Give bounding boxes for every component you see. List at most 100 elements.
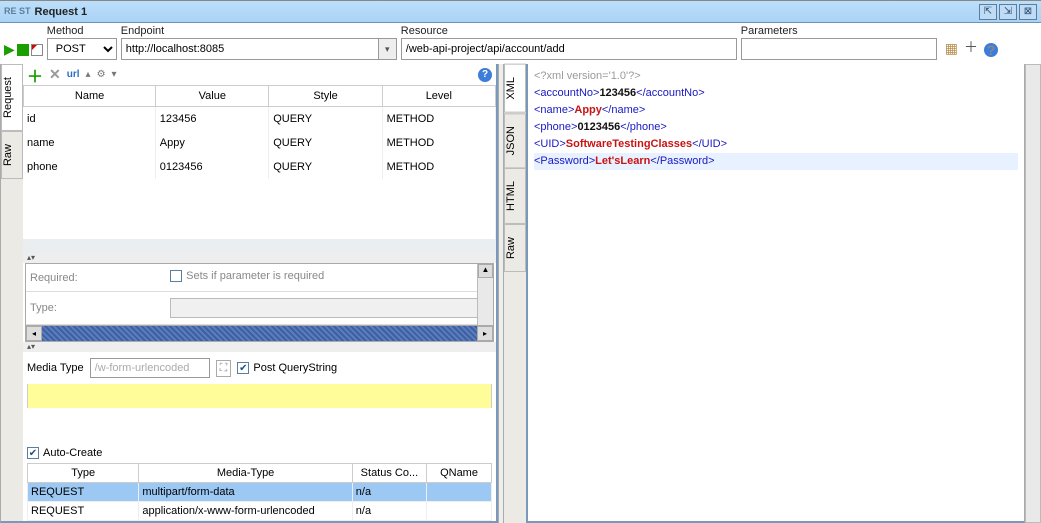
response-scrollbar[interactable] bbox=[1025, 64, 1041, 523]
col-style[interactable]: Style bbox=[269, 86, 382, 107]
type-select[interactable] bbox=[170, 298, 489, 318]
attach-type: REQUEST bbox=[28, 502, 139, 521]
param-style: QUERY bbox=[269, 155, 382, 179]
type-label: Type: bbox=[26, 292, 166, 325]
param-row[interactable]: phone 0123456 QUERY METHOD bbox=[23, 155, 496, 179]
scroll-left-button[interactable]: ◂ bbox=[26, 326, 42, 341]
attachment-row[interactable]: REQUEST multipart/form-data n/a bbox=[28, 483, 492, 502]
parameters-input[interactable] bbox=[741, 38, 937, 60]
maximize-restore-button[interactable]: ⇱ bbox=[979, 4, 997, 20]
param-style: QUERY bbox=[269, 107, 382, 131]
col-qname[interactable]: QName bbox=[427, 464, 492, 483]
stop-icon[interactable] bbox=[17, 44, 29, 56]
param-value: 0123456 bbox=[155, 155, 268, 179]
resource-label: Resource bbox=[401, 25, 737, 37]
close-button[interactable]: ⊠ bbox=[1019, 4, 1037, 20]
scroll-right-button[interactable]: ▸ bbox=[477, 326, 493, 341]
tab-html[interactable]: HTML bbox=[504, 168, 526, 224]
col-media[interactable]: Media-Type bbox=[139, 464, 352, 483]
post-querystring-checkbox[interactable]: ✔Post QueryString bbox=[237, 362, 337, 374]
response-pane: XML JSON HTML Raw <?xml version='1.0'?> … bbox=[504, 64, 1041, 523]
attachments-table: Type Media-Type Status Co... QName REQUE… bbox=[27, 463, 492, 521]
xml-declaration: <?xml version='1.0'?> bbox=[534, 70, 641, 82]
param-props: Required: Sets if parameter is required … bbox=[25, 263, 494, 342]
response-body[interactable]: <?xml version='1.0'?> <accountNo>123456<… bbox=[526, 64, 1025, 523]
param-level: METHOD bbox=[382, 131, 495, 155]
tab-request[interactable]: Request bbox=[1, 64, 23, 131]
tab-raw-response[interactable]: Raw bbox=[504, 224, 526, 272]
parameters-label: Parameters bbox=[741, 25, 937, 37]
col-type[interactable]: Type bbox=[28, 464, 139, 483]
endpoint-input[interactable] bbox=[121, 38, 379, 60]
add-param-button[interactable]: ＋ bbox=[27, 63, 43, 87]
request-toolbar: ▶ Method POST Endpoint Resource Paramete… bbox=[0, 23, 1041, 64]
assertion-flag-icon[interactable] bbox=[31, 44, 43, 56]
param-row[interactable]: name Appy QUERY METHOD bbox=[23, 131, 496, 155]
attach-qname bbox=[427, 502, 492, 521]
url-icon[interactable]: url bbox=[67, 69, 80, 80]
media-type-input[interactable] bbox=[90, 358, 210, 378]
attach-media: multipart/form-data bbox=[139, 483, 352, 502]
col-status[interactable]: Status Co... bbox=[352, 464, 426, 483]
method-label: Method bbox=[47, 25, 117, 37]
resource-input[interactable] bbox=[401, 38, 737, 60]
xml-uid: SoftwareTestingClasses bbox=[566, 138, 692, 150]
add-icon[interactable]: ＋ bbox=[964, 37, 978, 57]
scroll-thumb[interactable] bbox=[42, 326, 477, 341]
col-level[interactable]: Level bbox=[382, 86, 495, 107]
param-name: name bbox=[23, 131, 155, 155]
xml-phone: 0123456 bbox=[577, 121, 620, 133]
endpoint-label: Endpoint bbox=[121, 25, 397, 37]
params-help-icon[interactable]: ? bbox=[478, 68, 492, 82]
required-cb-label: Sets if parameter is required bbox=[186, 270, 324, 282]
tab-raw-request[interactable]: Raw bbox=[1, 131, 23, 179]
move-up-icon[interactable]: ▴ bbox=[86, 69, 91, 80]
media-type-label: Media Type bbox=[27, 362, 84, 374]
param-level: METHOD bbox=[382, 155, 495, 179]
collapse-handle[interactable]: ▴▾ bbox=[23, 253, 496, 263]
param-name: id bbox=[23, 107, 155, 131]
run-icon[interactable]: ▶ bbox=[4, 41, 15, 58]
request-pane: Request Raw ＋ ✕ url ▴ ⚙ ▾ ? Name Value S… bbox=[0, 64, 498, 523]
attachment-row[interactable]: REQUEST application/x-www-form-urlencode… bbox=[28, 502, 492, 521]
params-toolbar: ＋ ✕ url ▴ ⚙ ▾ ? bbox=[23, 64, 496, 86]
remove-param-button[interactable]: ✕ bbox=[49, 66, 61, 83]
param-style: QUERY bbox=[269, 131, 382, 155]
tab-xml[interactable]: XML bbox=[504, 64, 526, 113]
auto-create-label: Auto-Create bbox=[43, 447, 102, 459]
attach-status: n/a bbox=[352, 502, 426, 521]
param-value: Appy bbox=[155, 131, 268, 155]
media-type-settings-icon[interactable]: ⛶ bbox=[216, 360, 232, 377]
attach-qname bbox=[427, 483, 492, 502]
collapse-handle-2[interactable]: ▴▾ bbox=[23, 342, 496, 352]
auto-create-checkbox[interactable]: ✔Auto-Create bbox=[27, 447, 102, 459]
xml-name: Appy bbox=[574, 104, 602, 116]
required-checkbox[interactable]: Sets if parameter is required bbox=[170, 270, 324, 282]
help-icon[interactable]: ? bbox=[984, 43, 998, 57]
minimize-button[interactable]: ⇲ bbox=[999, 4, 1017, 20]
attach-status: n/a bbox=[352, 483, 426, 502]
window-title: Request 1 bbox=[35, 6, 977, 18]
xml-accountno: 123456 bbox=[599, 87, 636, 99]
title-bar: RE ST Request 1 ⇱ ⇲ ⊠ bbox=[0, 1, 1041, 23]
endpoint-dropdown-button[interactable] bbox=[379, 38, 397, 60]
param-level: METHOD bbox=[382, 107, 495, 131]
param-row[interactable]: id 123456 QUERY METHOD bbox=[23, 107, 496, 131]
method-select[interactable]: POST bbox=[47, 38, 117, 60]
col-value[interactable]: Value bbox=[156, 86, 269, 107]
config-icon[interactable]: ⚙ bbox=[97, 69, 106, 80]
xml-password: Let'sLearn bbox=[595, 155, 650, 167]
props-scrollbar[interactable]: ▲ bbox=[477, 264, 493, 325]
move-down-icon[interactable]: ▾ bbox=[112, 69, 117, 80]
rest-badge-icon: RE ST bbox=[4, 7, 31, 16]
tab-json[interactable]: JSON bbox=[504, 113, 526, 168]
params-table: Name Value Style Level bbox=[23, 86, 496, 107]
param-value: 123456 bbox=[155, 107, 268, 131]
attach-type: REQUEST bbox=[28, 483, 139, 502]
required-label: Required: bbox=[26, 264, 166, 292]
post-qs-label: Post QueryString bbox=[253, 362, 337, 374]
param-name: phone bbox=[23, 155, 155, 179]
request-body-area[interactable] bbox=[27, 384, 492, 408]
col-name[interactable]: Name bbox=[24, 86, 156, 107]
wsdl-icon[interactable]: ▦ bbox=[945, 40, 958, 57]
